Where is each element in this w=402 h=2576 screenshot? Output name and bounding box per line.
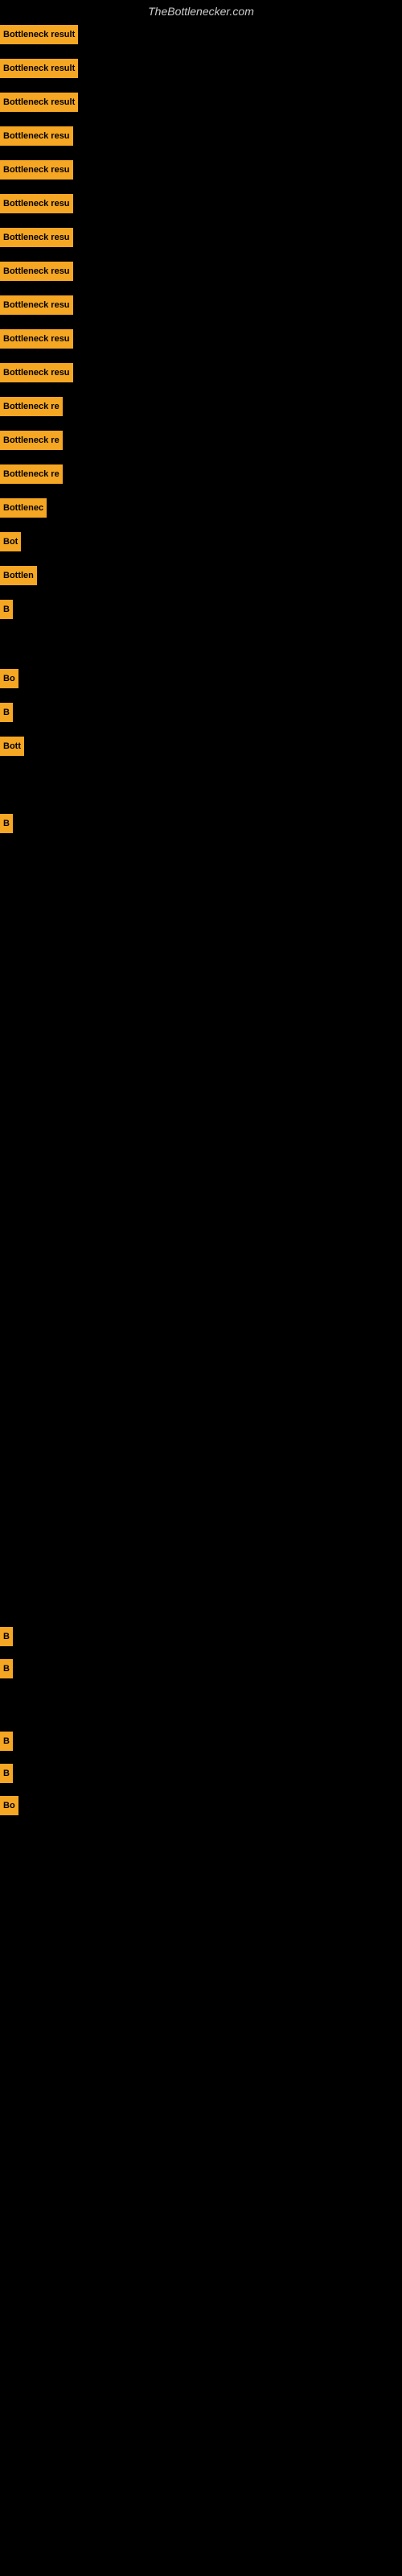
list-item: B: [0, 811, 13, 836]
bottleneck-badge: Bottleneck result: [0, 59, 78, 78]
list-item: Bottleneck result: [0, 90, 78, 114]
site-title: TheBottlenecker.com: [0, 0, 402, 23]
bottleneck-badge: B: [0, 1764, 13, 1783]
list-item: B: [0, 700, 13, 724]
list-item: Bo: [0, 1794, 18, 1818]
list-item: Bottleneck result: [0, 23, 78, 47]
rows-container: Bottleneck result Bottleneck result Bottle…: [0, 23, 402, 2558]
bottleneck-badge: Bottlenec: [0, 498, 47, 518]
list-item: Bottlen: [0, 564, 37, 588]
bottleneck-badge: B: [0, 1627, 13, 1646]
bottleneck-badge: Bo: [0, 669, 18, 688]
bottleneck-badge: Bottleneck resu: [0, 160, 73, 180]
list-item: B: [0, 1729, 13, 1753]
list-item: Bottleneck result: [0, 56, 78, 80]
list-item: B: [0, 1761, 13, 1785]
list-item: Bottleneck resu: [0, 327, 73, 351]
list-item: B: [0, 597, 13, 621]
bottleneck-badge: Bottleneck resu: [0, 228, 73, 247]
bottleneck-badge: Bot: [0, 532, 21, 551]
list-item: Bottleneck re: [0, 462, 63, 486]
bottleneck-badge: Bottleneck resu: [0, 194, 73, 213]
bottleneck-badge: Bottleneck resu: [0, 295, 73, 315]
bottleneck-badge: B: [0, 814, 13, 833]
list-item: Bottleneck resu: [0, 124, 73, 148]
list-item: Bot: [0, 530, 21, 554]
list-item: Bottleneck resu: [0, 158, 73, 182]
list-item: Bottlenec: [0, 496, 47, 520]
bottleneck-badge: Bottleneck resu: [0, 126, 73, 146]
bottleneck-badge: Bottleneck result: [0, 93, 78, 112]
bottleneck-badge: Bo: [0, 1796, 18, 1815]
list-item: Bottleneck resu: [0, 361, 73, 385]
bottleneck-badge: Bottleneck re: [0, 431, 63, 450]
bottleneck-badge: Bottleneck resu: [0, 262, 73, 281]
list-item: Bottleneck resu: [0, 259, 73, 283]
list-item: Bottleneck resu: [0, 192, 73, 216]
list-item: Bott: [0, 734, 24, 758]
bottleneck-badge: Bottleneck re: [0, 397, 63, 416]
bottleneck-badge: B: [0, 1659, 13, 1678]
list-item: Bottleneck resu: [0, 225, 73, 250]
list-item: Bottleneck re: [0, 394, 63, 419]
bottleneck-badge: B: [0, 703, 13, 722]
bottleneck-badge: Bottleneck result: [0, 25, 78, 44]
list-item: Bottleneck re: [0, 428, 63, 452]
list-item: B: [0, 1657, 13, 1681]
list-item: Bo: [0, 667, 18, 691]
bottleneck-badge: Bottleneck resu: [0, 329, 73, 349]
bottleneck-badge: Bott: [0, 737, 24, 756]
bottleneck-badge: Bottleneck re: [0, 464, 63, 484]
bottleneck-badge: B: [0, 1732, 13, 1751]
bottleneck-badge: Bottleneck resu: [0, 363, 73, 382]
list-item: B: [0, 1624, 13, 1649]
bottleneck-badge: Bottlen: [0, 566, 37, 585]
bottleneck-badge: B: [0, 600, 13, 619]
list-item: Bottleneck resu: [0, 293, 73, 317]
